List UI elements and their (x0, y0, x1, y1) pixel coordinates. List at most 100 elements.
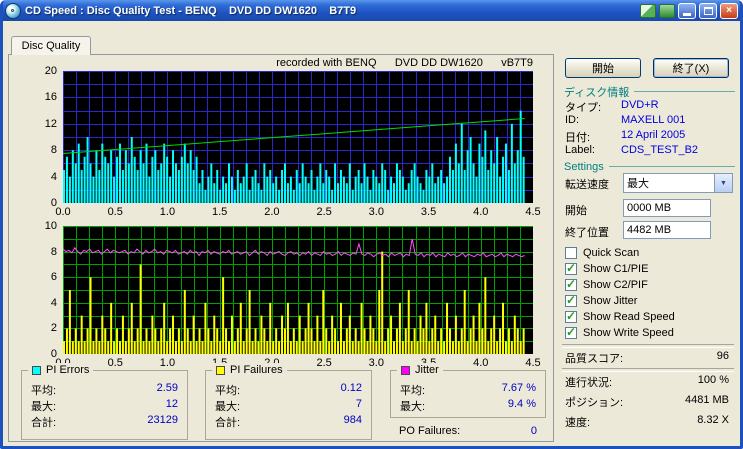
position-value: 4481 MB (684, 394, 729, 406)
speed-row: 速度: 8.32 X (565, 414, 729, 430)
position-row: ポジション: 4481 MB (565, 394, 729, 410)
chevron-down-icon[interactable]: ▼ (714, 174, 732, 192)
progress-label: 進行状況: (565, 377, 613, 389)
start-button-label: 開始 (592, 63, 614, 75)
x-tick-label: 2.5 (316, 357, 332, 369)
disc-date-row: 日付: 12 April 2005 (565, 129, 735, 144)
tab-disc-quality[interactable]: Disc Quality (11, 36, 91, 55)
start-position-input[interactable] (623, 199, 711, 217)
stat-value: 23129 (147, 414, 178, 426)
transfer-speed-value: 最大 (627, 178, 649, 190)
disc-type-value: DVD+R (621, 99, 659, 111)
bottom-chart-x-axis: 0.00.51.01.52.02.53.03.54.04.5 (55, 357, 540, 369)
disc-date-value: 12 April 2005 (621, 129, 686, 141)
stat-label: 最大: (31, 401, 57, 413)
stat-label: 平均: (31, 385, 57, 397)
po-failures-row: PO Failures: 0 (399, 425, 537, 437)
pi-failures-legend-label: PI Failures (230, 364, 283, 376)
pi-failures-stats-group: PI Failures 平均: 0.12 最大: 7 合計: 984 (205, 363, 372, 440)
stat-value: 0.12 (340, 382, 362, 394)
checkbox-row-show-read-speed[interactable]: Show Read Speed (565, 309, 735, 324)
titlebar[interactable]: CD Speed : Disc Quality Test - BENQ DVD … (3, 0, 740, 21)
jitter-stats-group: Jitter 平均: 7.67 % 最大: 9.4 % (390, 363, 546, 418)
show-jitter-label: Show Jitter (583, 295, 638, 307)
cd-speed-app-icon (5, 2, 21, 19)
exit-button[interactable]: 終了(X) (653, 58, 729, 78)
show-write-speed-checkbox[interactable] (565, 325, 577, 339)
y-tick-label: 2 (50, 322, 57, 335)
top-chart-x-axis: 0.0 0.5 1.0 1.5 2.0 2.5 3.0 3.5 4.0 4.5 (55, 206, 540, 218)
chart-annotation: recorded with BENQ DVD DD DW1620 vB7T9 (276, 57, 533, 69)
pi-errors-chart-svg (63, 71, 533, 203)
minimize-button[interactable] (678, 2, 696, 19)
checkbox-row-show-jitter[interactable]: Show Jitter (565, 293, 735, 308)
pi-failures-chart-svg (63, 226, 533, 354)
titlebar-tool-icon-2[interactable] (659, 3, 675, 18)
settings-header-label: Settings (564, 160, 604, 173)
disc-date-label: 日付: (565, 132, 591, 144)
disc-info-header: ディスク情報 (564, 85, 735, 99)
end-position-input[interactable] (623, 221, 711, 239)
pi-failures-legend-swatch (216, 365, 225, 375)
maximize-button[interactable] (699, 2, 717, 19)
right-panel: 開始 終了(X) ディスク情報 タイプ: DVD+R ID: MAXELL 001 … (559, 56, 737, 442)
x-tick-label: 0.5 (107, 206, 123, 218)
checkbox-row-show-c2-pif[interactable]: Show C2/PIF (565, 277, 735, 292)
x-tick-label: 0.0 (55, 206, 71, 218)
close-button[interactable]: × (720, 2, 738, 19)
disc-label-label: Label: (565, 144, 595, 156)
x-tick-label: 2.5 (316, 206, 332, 218)
separator-line (608, 166, 735, 167)
x-tick-label: 4.0 (473, 357, 489, 369)
pi-errors-stats-group: PI Errors 平均: 2.59 最大: 12 合計: 23129 (21, 363, 188, 440)
show-c2-pif-checkbox[interactable] (565, 277, 577, 291)
stat-label: 合計: (215, 417, 241, 429)
position-label: ポジション: (565, 397, 624, 409)
show-c1-pie-label: Show C1/PIE (583, 263, 649, 275)
show-jitter-checkbox[interactable] (565, 293, 577, 307)
titlebar-controls: × (640, 2, 738, 19)
x-tick-label: 4.5 (525, 357, 541, 369)
checkbox-row-quick-scan[interactable]: Quick Scan (565, 246, 735, 260)
quick-scan-checkbox[interactable] (565, 247, 577, 259)
po-failures-label: PO Failures: (399, 425, 461, 437)
show-read-speed-checkbox[interactable] (565, 309, 577, 323)
stat-label: 平均: (400, 385, 426, 397)
stat-value: 7.67 % (501, 382, 536, 394)
y-tick-label: 10 (44, 220, 57, 232)
titlebar-tool-icon-1[interactable] (640, 3, 656, 18)
transfer-speed-select[interactable]: 最大 ▼ (623, 173, 733, 193)
x-tick-label: 4.5 (525, 206, 541, 218)
y-tick-label: 4 (50, 170, 57, 183)
checkbox-row-show-c1-pie[interactable]: Show C1/PIE (565, 261, 735, 276)
x-tick-label: 4.0 (473, 206, 489, 218)
progress-row: 進行状況: 100 % (565, 374, 729, 390)
progress-value: 100 % (697, 374, 729, 386)
start-button[interactable]: 開始 (565, 58, 641, 78)
stat-value: 2.59 (156, 382, 178, 394)
y-tick-label: 8 (50, 245, 57, 258)
stat-value: 7 (355, 398, 362, 410)
y-tick-label: 16 (44, 91, 57, 104)
stat-label: 平均: (215, 385, 241, 397)
po-failures-value: 0 (530, 425, 537, 437)
end-position-label: 終了位置 (565, 227, 609, 239)
show-c1-pie-checkbox[interactable] (565, 261, 577, 275)
checkbox-row-show-write-speed[interactable]: Show Write Speed (565, 325, 735, 340)
disc-id-value: MAXELL 001 (621, 114, 686, 126)
x-tick-label: 1.0 (159, 206, 176, 218)
disc-type-row: タイプ: DVD+R (565, 99, 735, 114)
stat-label: 最大: (215, 401, 241, 413)
disc-id-row: ID: MAXELL 001 (565, 114, 735, 127)
top-chart-y-axis: 20 16 12 8 4 0 (33, 65, 59, 209)
pi-errors-legend-label: PI Errors (46, 364, 90, 376)
tab-label: Disc Quality (21, 40, 81, 52)
window-title: CD Speed : Disc Quality Test - BENQ DVD … (25, 4, 357, 17)
pi-errors-legend-swatch (32, 365, 41, 375)
quality-score-label: 品質スコア: (565, 353, 624, 365)
settings-header: Settings (564, 160, 735, 173)
disc-id-label: ID: (565, 114, 580, 126)
stat-value: 12 (165, 398, 178, 410)
speed-label: 速度: (565, 417, 591, 429)
separator-line (634, 91, 735, 92)
